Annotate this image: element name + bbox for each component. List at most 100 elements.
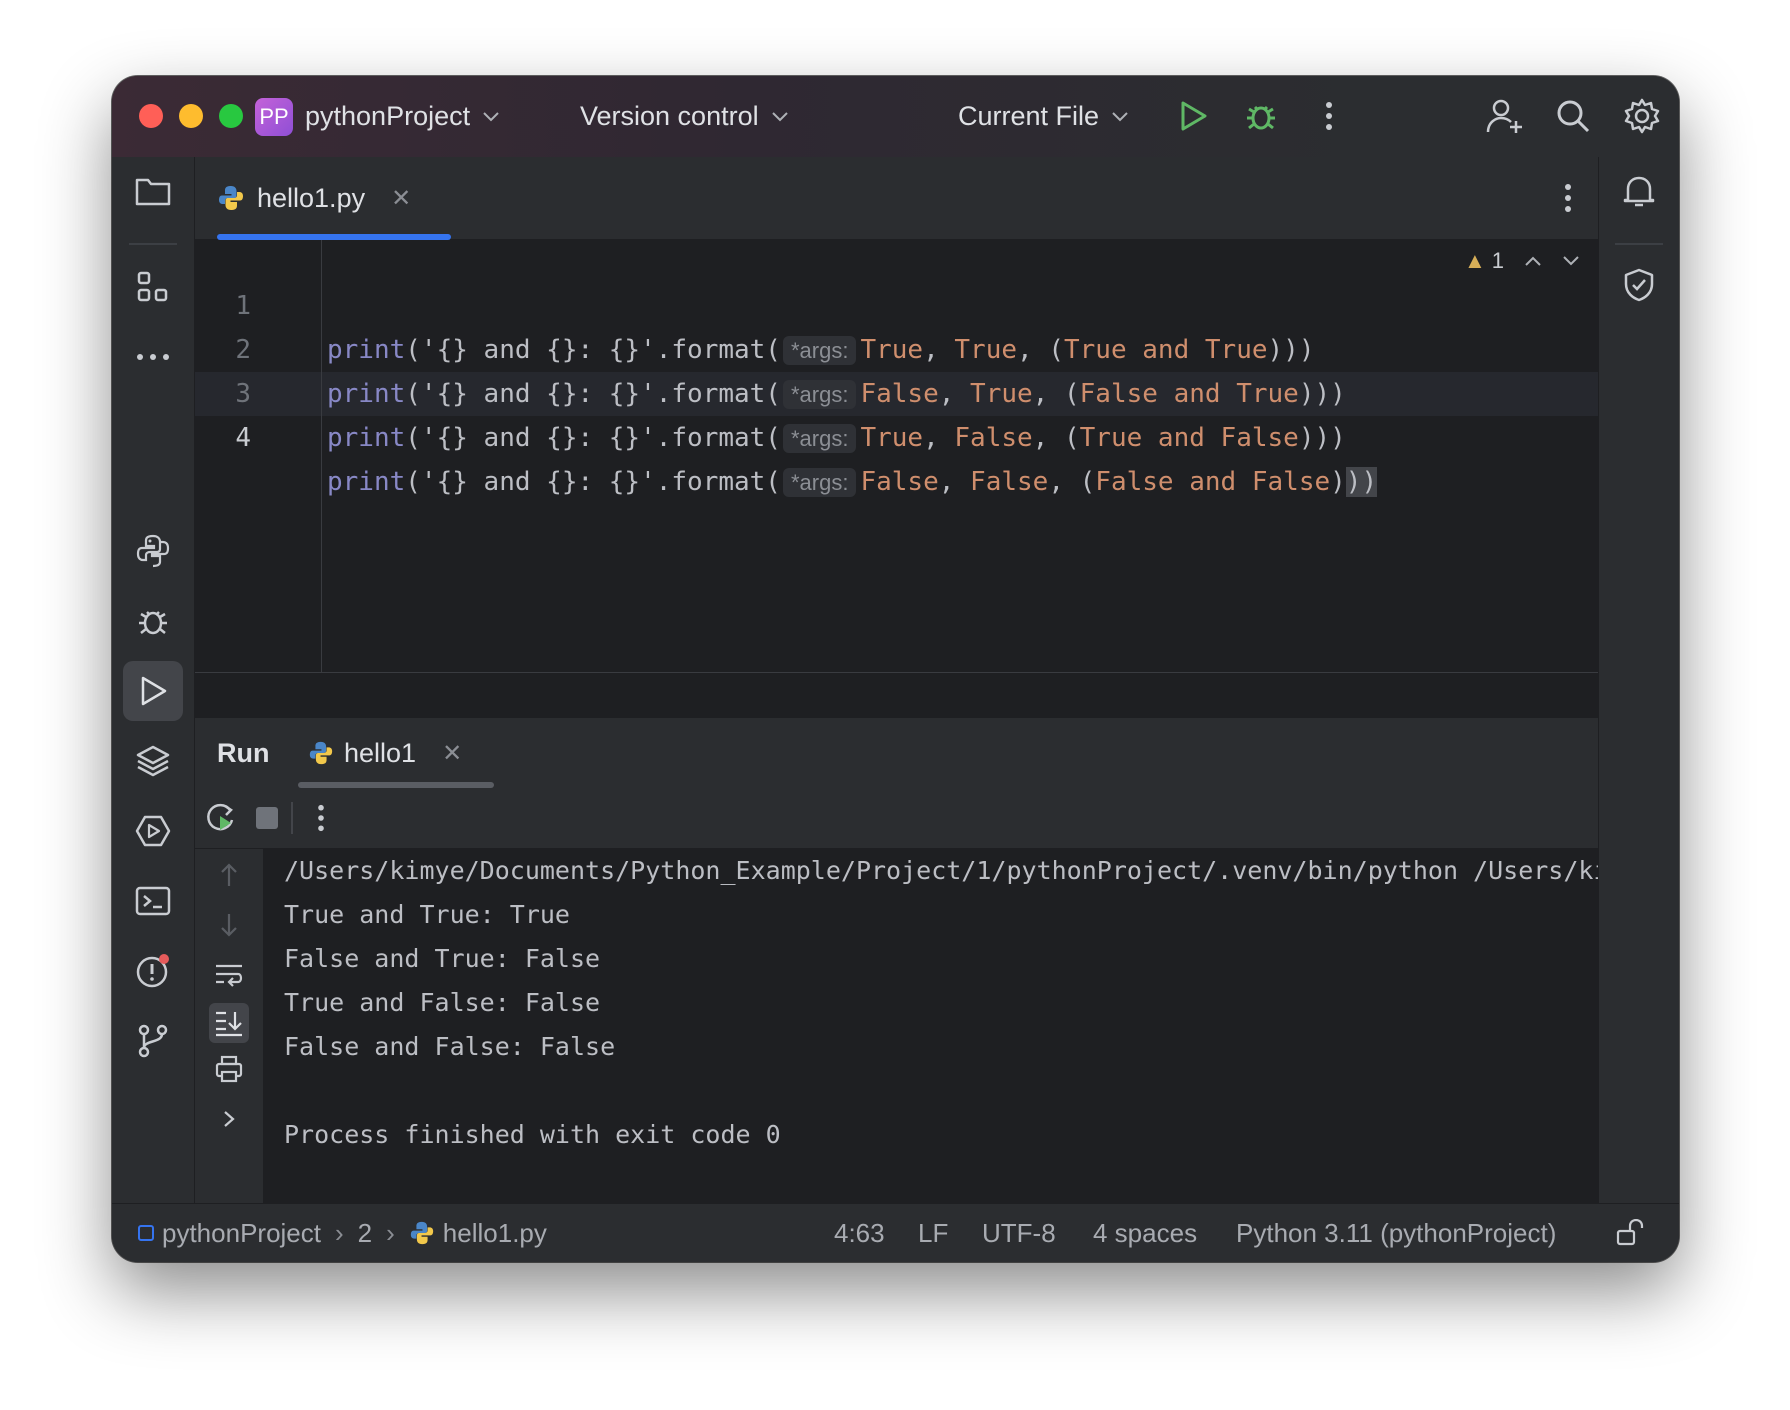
more-tools-button[interactable] xyxy=(123,327,183,387)
arrow-down-icon xyxy=(221,914,237,937)
bell-icon xyxy=(1623,176,1655,207)
minimize-window-button[interactable] xyxy=(179,104,203,128)
run-tab-hello1[interactable]: hello1 ✕ xyxy=(308,718,462,788)
more-vertical-icon xyxy=(1565,184,1571,212)
layers-icon xyxy=(136,745,170,777)
tab-label: hello1.py xyxy=(257,182,366,213)
ide-window: PP pythonProject Version control Current… xyxy=(112,76,1679,1262)
rerun-icon xyxy=(207,803,234,831)
more-actions-button[interactable] xyxy=(1309,96,1349,136)
warning-count: 1 xyxy=(1491,248,1504,273)
expand-actions-button[interactable] xyxy=(209,1099,249,1139)
services-tool-button[interactable] xyxy=(123,801,183,861)
python-interpreter[interactable]: Python 3.11 (pythonProject) xyxy=(1236,1204,1556,1262)
chevron-up-icon[interactable] xyxy=(1524,255,1542,267)
code-with-me-button[interactable] xyxy=(1485,96,1525,136)
shield-icon xyxy=(1624,268,1654,302)
git-branch-icon xyxy=(138,1024,168,1058)
parameter-hint: *args: xyxy=(782,424,857,453)
project-name: pythonProject xyxy=(305,101,471,131)
chevron-down-icon[interactable] xyxy=(1562,255,1580,267)
tabs-more-button[interactable] xyxy=(1564,183,1572,218)
terminal-tool-button[interactable] xyxy=(123,871,183,931)
structure-icon xyxy=(137,271,168,302)
notifications-button[interactable] xyxy=(1609,161,1669,221)
run-config-selector[interactable]: Current File xyxy=(958,76,1129,157)
inspection-widget[interactable]: ▲ 1 xyxy=(1464,248,1580,274)
console-actions xyxy=(195,849,263,1203)
structure-tool-button[interactable] xyxy=(123,257,183,317)
security-button[interactable] xyxy=(1609,255,1669,315)
parameter-hint: *args: xyxy=(782,468,857,497)
terminal-icon xyxy=(135,886,171,916)
run-config-label: Current File xyxy=(958,101,1100,131)
breadcrumb-project[interactable]: pythonProject xyxy=(162,1218,321,1249)
code-line: 2 print('{} and {}: {}'.format(*args: Fal… xyxy=(235,335,1346,409)
scroll-down-button[interactable] xyxy=(209,905,249,945)
python-file-icon xyxy=(219,186,243,210)
read-only-toggle[interactable] xyxy=(1615,1204,1645,1262)
run-toolbar xyxy=(195,788,1598,849)
layers-tool-button[interactable] xyxy=(123,731,183,791)
stop-icon xyxy=(256,807,278,829)
caret-position[interactable]: 4:63 xyxy=(834,1204,885,1262)
code-line: 3 print('{} and {}: {}'.format(*args: Tru… xyxy=(235,379,1346,453)
search-button[interactable] xyxy=(1553,96,1593,136)
console-line: Process finished with exit code 0 xyxy=(284,1120,781,1149)
debug-tool-button[interactable] xyxy=(123,591,183,651)
run-tool-button[interactable] xyxy=(123,661,183,721)
tab-hello1-py[interactable]: hello1.py ✕ xyxy=(217,157,451,240)
more-horizontal-icon xyxy=(137,354,169,360)
scroll-up-button[interactable] xyxy=(209,855,249,895)
chevron-down-icon xyxy=(771,111,788,121)
project-tool-button[interactable] xyxy=(123,161,183,221)
debug-button[interactable] xyxy=(1241,96,1281,136)
more-vertical-icon xyxy=(1326,102,1332,130)
line-separator[interactable]: LF xyxy=(918,1204,948,1262)
close-tab-button[interactable]: ✕ xyxy=(391,184,411,213)
unlock-icon xyxy=(1616,1219,1644,1246)
scroll-to-end-button[interactable] xyxy=(209,1003,249,1043)
run-more-button[interactable] xyxy=(301,798,341,838)
version-control-label: Version control xyxy=(580,101,759,131)
console-line: True and True: True xyxy=(284,900,570,929)
run-tab-label: hello1 xyxy=(344,737,417,768)
python-packages-button[interactable] xyxy=(123,521,183,581)
more-vertical-icon xyxy=(318,804,324,832)
panel-splitter[interactable] xyxy=(195,672,1598,719)
file-encoding[interactable]: UTF-8 xyxy=(982,1204,1056,1262)
indent-setting[interactable]: 4 spaces xyxy=(1093,1204,1197,1262)
code-editor[interactable]: 1 print('{} and {}: {}'.format(*args: Tru… xyxy=(195,240,1598,672)
arrow-up-icon xyxy=(221,863,237,886)
folder-icon xyxy=(135,178,171,206)
rerun-button[interactable] xyxy=(201,798,241,838)
run-button[interactable] xyxy=(1173,96,1213,136)
services-icon xyxy=(135,815,171,847)
problems-tool-button[interactable] xyxy=(123,941,183,1001)
settings-button[interactable] xyxy=(1622,96,1662,136)
git-tool-button[interactable] xyxy=(123,1011,183,1071)
run-panel-header: Run hello1 ✕ xyxy=(195,718,1598,789)
bug-icon xyxy=(139,611,167,635)
close-run-tab-button[interactable]: ✕ xyxy=(442,739,462,768)
right-tool-strip xyxy=(1598,157,1679,1203)
project-badge: PP xyxy=(255,97,293,136)
printer-icon xyxy=(215,1055,243,1083)
close-window-button[interactable] xyxy=(139,104,163,128)
wrap-icon xyxy=(216,964,243,987)
soft-wrap-button[interactable] xyxy=(209,955,249,995)
console-line: /Users/kimye/Documents/Python_Example/Pr… xyxy=(284,856,1598,885)
run-console[interactable]: /Users/kimye/Documents/Python_Example/Pr… xyxy=(264,849,1598,1203)
version-control-menu[interactable]: Version control xyxy=(580,76,789,157)
zoom-window-button[interactable] xyxy=(219,104,243,128)
print-button[interactable] xyxy=(209,1049,249,1089)
search-icon xyxy=(1557,100,1590,133)
status-bar: pythonProject › 2 › hello1.py 4:63 LF UT… xyxy=(112,1203,1679,1262)
breadcrumb-file[interactable]: hello1.py xyxy=(443,1218,547,1249)
breadcrumb-folder[interactable]: 2 xyxy=(358,1218,372,1249)
python-file-icon xyxy=(309,741,333,765)
project-selector[interactable]: PP pythonProject xyxy=(255,76,500,157)
warning-icon: ▲ xyxy=(1463,248,1486,273)
toolbar-divider xyxy=(291,802,293,834)
stop-button[interactable] xyxy=(247,798,287,838)
